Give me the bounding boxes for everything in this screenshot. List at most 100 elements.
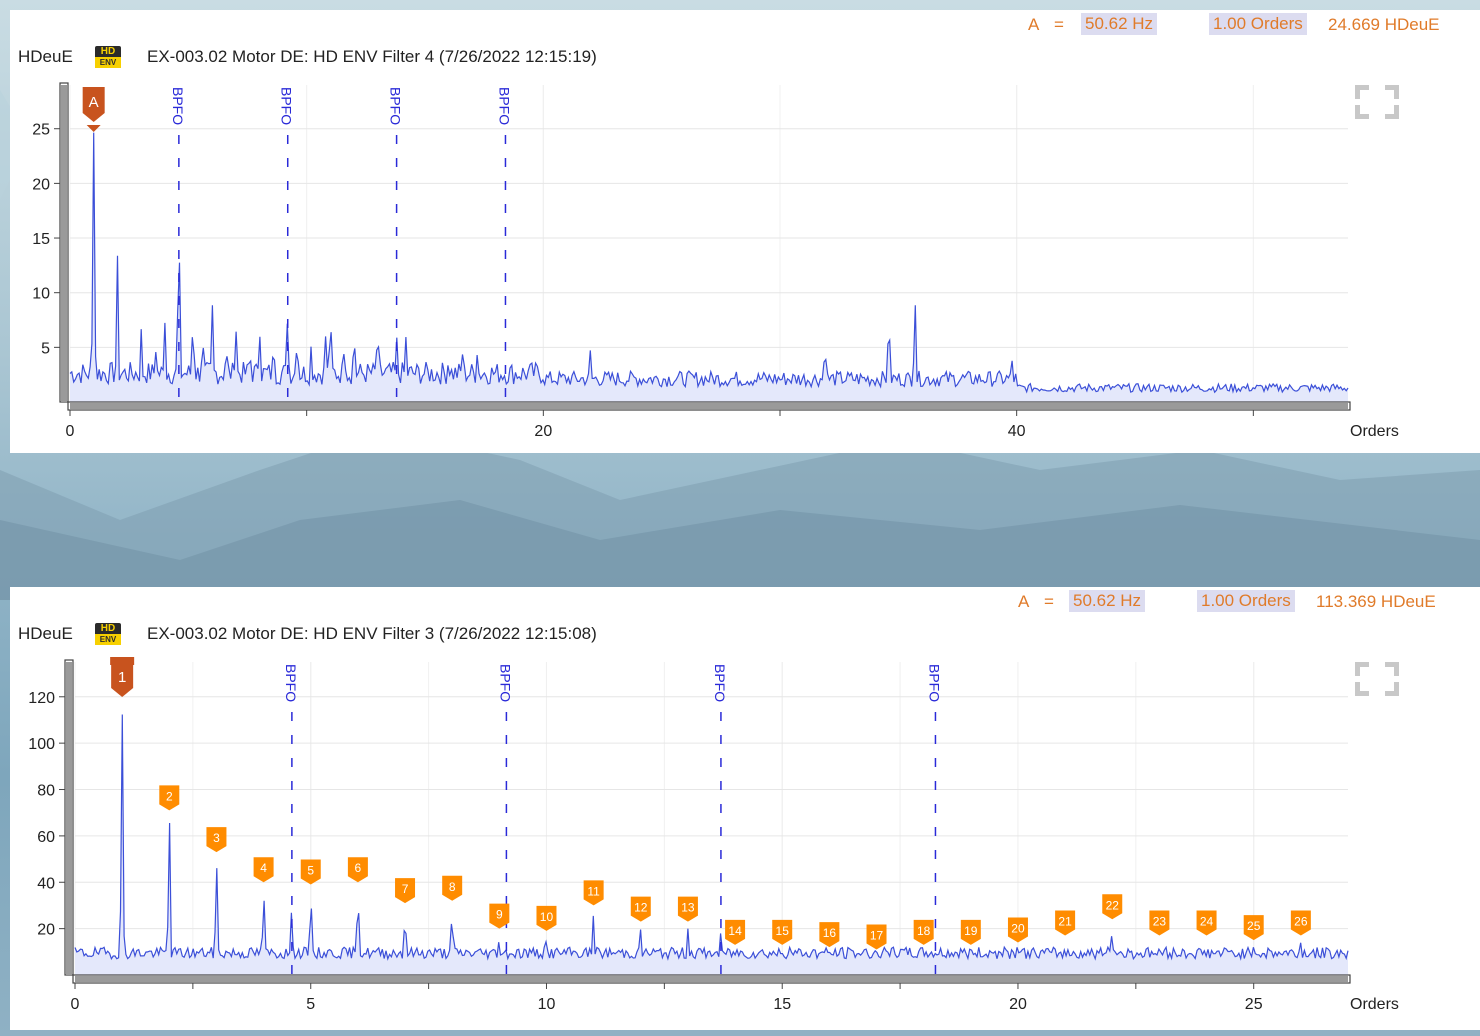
x-axis-label: Orders xyxy=(1350,996,1399,1013)
harmonic-flag-label: 19 xyxy=(964,924,978,938)
harmonic-marker[interactable]: 2 xyxy=(159,785,180,811)
y-tick-label: 25 xyxy=(32,122,50,139)
harmonic-flag-label: 2 xyxy=(166,789,173,803)
spectrum-chart-2[interactable]: 0 5 10 15 20 25 Orders20406080100120 BPFO BPFO BP… xyxy=(10,587,1480,1030)
x-axis-label: Orders xyxy=(1350,423,1399,440)
x-scrollbar-thumb[interactable] xyxy=(75,976,1348,982)
harmonic-marker[interactable]: 19 xyxy=(960,919,981,945)
harmonic-marker[interactable]: 8 xyxy=(442,875,463,901)
harmonic-flag-label: 3 xyxy=(213,831,220,845)
spectrum-line[interactable] xyxy=(69,132,1349,394)
harmonic-marker[interactable]: 13 xyxy=(677,896,698,922)
y-tick-label: 10 xyxy=(32,286,50,303)
harmonic-marker[interactable]: 6 xyxy=(347,857,368,883)
expand-icon[interactable] xyxy=(1355,662,1399,696)
cursor-marker[interactable]: A xyxy=(82,87,105,132)
harmonic-marker[interactable]: 4 xyxy=(253,857,274,883)
x-tick-label: 0 xyxy=(71,996,80,1013)
harmonic-flag-label: 12 xyxy=(634,901,648,915)
harmonic-flag-label: 9 xyxy=(496,908,503,922)
cursor-marker[interactable]: 1 xyxy=(110,657,135,697)
spectrum-panel-1: A = 50.62 Hz 1.00 Orders 24.669 HDeuE HD… xyxy=(10,10,1480,453)
fault-marker-label: BPFO xyxy=(279,87,295,125)
harmonic-marker[interactable]: 18 xyxy=(913,919,934,945)
fault-marker-label: BPFO xyxy=(388,87,404,125)
harmonic-marker[interactable]: 17 xyxy=(866,924,887,950)
y-tick-label: 80 xyxy=(37,783,55,800)
x-tick-label: 5 xyxy=(306,996,315,1013)
harmonic-marker[interactable]: 20 xyxy=(1007,917,1028,943)
expand-corner xyxy=(1385,682,1399,696)
harmonic-flag-label: 20 xyxy=(1011,921,1025,935)
harmonic-flag-label: 23 xyxy=(1153,915,1167,929)
harmonic-marker[interactable]: 25 xyxy=(1243,915,1264,941)
expand-corner xyxy=(1355,662,1369,676)
harmonic-marker[interactable]: 15 xyxy=(772,919,793,945)
x-tick-label: 40 xyxy=(1008,423,1026,440)
fault-marker-label: BPFO xyxy=(496,87,512,125)
fault-marker-label: BPFO xyxy=(712,664,728,702)
expand-corner xyxy=(1385,85,1399,99)
harmonic-marker[interactable]: 22 xyxy=(1102,894,1123,920)
harmonic-marker[interactable]: 5 xyxy=(300,859,321,885)
y-tick-label: 60 xyxy=(37,829,55,846)
harmonic-flag-label: 6 xyxy=(355,861,362,875)
harmonic-marker[interactable]: 23 xyxy=(1149,910,1170,936)
fault-marker-label: BPFO xyxy=(283,664,299,702)
x-tick-label: 0 xyxy=(66,423,75,440)
grid xyxy=(69,85,1348,402)
expand-icon[interactable] xyxy=(1355,85,1399,119)
y-tick-label: 20 xyxy=(32,176,50,193)
harmonic-marker[interactable]: 11 xyxy=(583,880,604,906)
cursor-flag-label: 1 xyxy=(118,669,126,686)
y-tick-label: 120 xyxy=(28,690,55,707)
harmonic-flag-label: 14 xyxy=(728,924,742,938)
expand-corner xyxy=(1355,105,1369,119)
fault-marker-label: BPFO xyxy=(926,664,942,702)
y-tick-label: 15 xyxy=(32,231,50,248)
expand-corner xyxy=(1355,682,1369,696)
harmonic-flag-label: 10 xyxy=(540,910,554,924)
x-tick-label: 10 xyxy=(538,996,556,1013)
y-tick-label: 20 xyxy=(37,922,55,939)
harmonic-marker[interactable]: 14 xyxy=(725,919,746,945)
harmonic-flag-label: 16 xyxy=(823,926,837,940)
harmonic-flag-label: 7 xyxy=(402,882,409,896)
harmonic-flag-label: 4 xyxy=(260,861,267,875)
harmonic-marker[interactable]: 7 xyxy=(395,878,416,904)
cursor-flag-label: A xyxy=(89,94,99,111)
harmonic-flag-label: 18 xyxy=(917,924,931,938)
harmonic-flag-label: 13 xyxy=(681,901,695,915)
spectrum-chart-1[interactable]: 0 20 40 Orders 5 10 15 20 25 BPFO BPFO BPFO BPFO A xyxy=(10,10,1480,453)
expand-corner xyxy=(1385,662,1399,676)
fault-marker-label: BPFO xyxy=(497,664,513,702)
harmonic-marker[interactable]: 21 xyxy=(1055,910,1076,936)
harmonic-flag-label: 25 xyxy=(1247,919,1261,933)
x-scrollbar-thumb[interactable] xyxy=(70,403,1348,409)
x-tick-label: 20 xyxy=(534,423,552,440)
harmonic-marker[interactable]: 10 xyxy=(536,905,557,931)
harmonic-marker[interactable]: 24 xyxy=(1196,910,1217,936)
harmonic-flag-label: 17 xyxy=(870,928,884,942)
harmonic-flag-label: 8 xyxy=(449,880,456,894)
harmonic-flag-label: 24 xyxy=(1200,915,1214,929)
x-tick-label: 25 xyxy=(1245,996,1263,1013)
y-scrollbar-thumb[interactable] xyxy=(61,85,67,402)
y-tick-label: 40 xyxy=(37,875,55,892)
y-tick-label: 100 xyxy=(28,736,55,753)
expand-corner xyxy=(1355,85,1369,99)
spectrum-fill xyxy=(70,132,1348,402)
harmonic-marker[interactable]: 16 xyxy=(819,922,840,948)
harmonic-flag-label: 5 xyxy=(307,864,314,878)
y-tick-label: 5 xyxy=(41,340,50,357)
harmonic-flag-label: 21 xyxy=(1058,915,1072,929)
y-scrollbar-thumb[interactable] xyxy=(66,662,72,975)
harmonic-flag-label: 22 xyxy=(1106,898,1120,912)
harmonic-marker[interactable]: 26 xyxy=(1290,910,1311,936)
harmonic-flag-label: 15 xyxy=(776,924,790,938)
fault-marker-label: BPFO xyxy=(170,87,186,125)
harmonic-flag-label: 26 xyxy=(1294,915,1308,929)
harmonic-marker[interactable]: 12 xyxy=(630,896,651,922)
harmonic-marker[interactable]: 3 xyxy=(206,827,227,853)
x-tick-label: 15 xyxy=(773,996,791,1013)
